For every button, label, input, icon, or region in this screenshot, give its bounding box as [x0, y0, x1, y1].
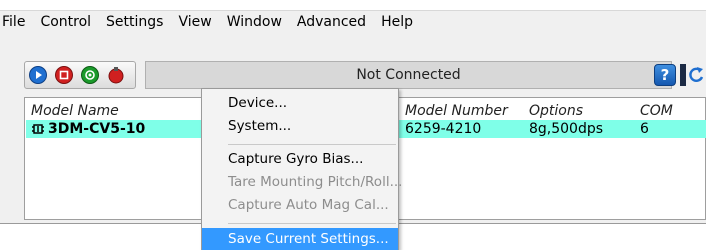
- stop-icon: [55, 66, 73, 84]
- play-button[interactable]: [29, 66, 47, 84]
- menu-bar: File Control Settings View Window Advanc…: [0, 10, 428, 34]
- menu-item-capture-gyro-bias[interactable]: Capture Gyro Bias...: [202, 148, 398, 170]
- refresh-icon: [689, 67, 704, 82]
- menu-window[interactable]: Window: [227, 14, 282, 30]
- menu-view[interactable]: View: [178, 14, 211, 30]
- control-button-group: [24, 61, 136, 89]
- stop-button[interactable]: [55, 66, 73, 84]
- toolbar-divider: [680, 64, 686, 86]
- menu-control[interactable]: Control: [40, 14, 91, 30]
- menu-item-system[interactable]: System...: [202, 115, 398, 137]
- menu-advanced[interactable]: Advanced: [297, 14, 366, 30]
- settings-context-menu: Device... System... Capture Gyro Bias...…: [201, 88, 403, 250]
- menu-item-device[interactable]: Device...: [202, 92, 398, 114]
- connection-status: Not Connected: [145, 61, 672, 89]
- record-icon: [81, 66, 99, 84]
- menu-help[interactable]: Help: [381, 14, 413, 30]
- column-com[interactable]: COM: [640, 103, 673, 119]
- column-model-name[interactable]: Model Name: [31, 103, 119, 119]
- menu-separator: [228, 144, 396, 145]
- column-options[interactable]: Options: [529, 103, 583, 119]
- menu-item-tare-mounting: Tare Mounting Pitch/Roll...: [228, 174, 403, 190]
- menu-item-capture-auto-mag-cal: Capture Auto Mag Cal...: [228, 197, 389, 213]
- refresh-button[interactable]: [688, 64, 706, 86]
- idle-icon: [108, 67, 124, 84]
- menu-file[interactable]: File: [2, 14, 25, 30]
- menu-item-save-current-settings[interactable]: Save Current Settings...: [202, 228, 398, 250]
- com-cell: 6: [640, 121, 649, 137]
- options-cell: 8g,500dps: [529, 121, 604, 137]
- record-button[interactable]: [81, 66, 99, 84]
- sensor-icon: [31, 120, 45, 143]
- play-icon: [29, 66, 47, 84]
- help-button[interactable]: ?: [654, 64, 676, 86]
- idle-button[interactable]: [107, 66, 125, 84]
- menu-separator: [228, 223, 396, 224]
- model-number-cell: 6259-4210: [405, 121, 482, 137]
- model-name-cell: 3DM-CV5-10: [48, 121, 146, 137]
- menu-settings[interactable]: Settings: [106, 14, 163, 30]
- column-model-number[interactable]: Model Number: [405, 103, 508, 119]
- toolbar: Not Connected ?: [24, 61, 706, 89]
